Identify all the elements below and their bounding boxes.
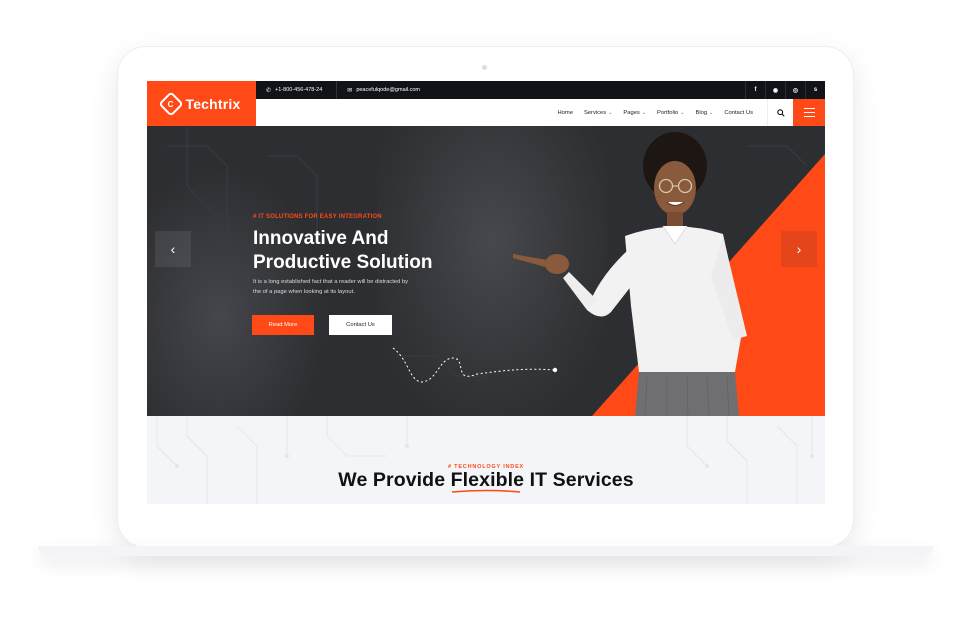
skype-icon[interactable]: s — [805, 81, 825, 99]
chevron-down-icon: ⌄ — [608, 109, 613, 116]
email-address: peacefulqode@gmail.com — [356, 87, 420, 93]
phone-info[interactable]: ✆ +1-800-456-478-24 — [256, 87, 322, 94]
menu-icon — [803, 108, 815, 110]
top-bar: ✆ +1-800-456-478-24 ✉ peacefulqode@gmail… — [256, 81, 825, 99]
website-screen: C Techtrix ✆ +1-800-456-478-24 ✉ peacefu… — [147, 81, 825, 504]
title-underline-decor — [451, 489, 520, 493]
hero-eyebrow: # IT SOLUTIONS FOR EASY INTEGRATION — [253, 214, 382, 220]
read-more-button[interactable]: Read More — [252, 315, 314, 335]
laptop-camera — [482, 65, 487, 70]
chevron-down-icon: ⌄ — [641, 109, 647, 116]
nav-item-portfolio[interactable]: Portfolio ⌄ — [657, 110, 684, 116]
hero-slider: # IT SOLUTIONS FOR EASY INTEGRATION Inno… — [147, 126, 825, 416]
facebook-icon[interactable]: f — [745, 81, 765, 99]
nav-item-pages[interactable]: Pages ⌄ — [623, 110, 646, 116]
services-title: We Provide Flexible IT Services — [338, 469, 634, 493]
site-logo[interactable]: C Techtrix — [147, 81, 256, 126]
github-icon[interactable]: ◉ — [765, 81, 785, 99]
chevron-down-icon: ⌄ — [680, 109, 685, 116]
social-links: f ◉ ◎ s — [745, 81, 825, 99]
laptop-base — [38, 546, 933, 556]
instagram-icon[interactable]: ◎ — [785, 81, 805, 99]
main-nav: Home Services ⌄ Pages ⌄ Portfolio ⌄ Blog ⌄ C… — [557, 110, 753, 116]
search-button[interactable] — [767, 99, 793, 126]
hamburger-menu-button[interactable] — [793, 99, 825, 126]
main-navbar: Home Services ⌄ Pages ⌄ Portfolio ⌄ Blog ⌄ C… — [256, 99, 825, 126]
services-section: # TECHNOLOGY INDEX We Provide Flexible I… — [147, 416, 825, 504]
logo-icon: C — [158, 90, 185, 117]
chevron-down-icon: ⌄ — [709, 109, 714, 116]
chevron-right-icon: › — [796, 241, 802, 257]
nav-item-blog[interactable]: Blog ⌄ — [696, 110, 714, 116]
contact-us-button[interactable]: Contact Us — [329, 315, 392, 335]
slider-prev-button[interactable]: ‹ — [155, 231, 191, 267]
chevron-left-icon: ‹ — [170, 241, 176, 257]
email-info[interactable]: ✉ peacefulqode@gmail.com — [336, 81, 420, 99]
phone-number: +1-800-456-478-24 — [275, 87, 323, 93]
slider-next-button[interactable]: › — [781, 231, 817, 267]
nav-item-home[interactable]: Home — [557, 110, 572, 116]
nav-item-services[interactable]: Services ⌄ — [584, 110, 612, 116]
phone-icon: ✆ — [266, 87, 272, 94]
hero-person-image — [513, 132, 747, 416]
search-icon — [776, 108, 785, 117]
logo-text: Techtrix — [185, 95, 241, 112]
mail-icon: ✉ — [347, 87, 353, 94]
hero-title: Innovative And Productive Solution — [253, 228, 433, 273]
nav-item-contact[interactable]: Contact Us — [724, 110, 753, 116]
hero-description: It is a long established fact that a rea… — [253, 279, 408, 295]
